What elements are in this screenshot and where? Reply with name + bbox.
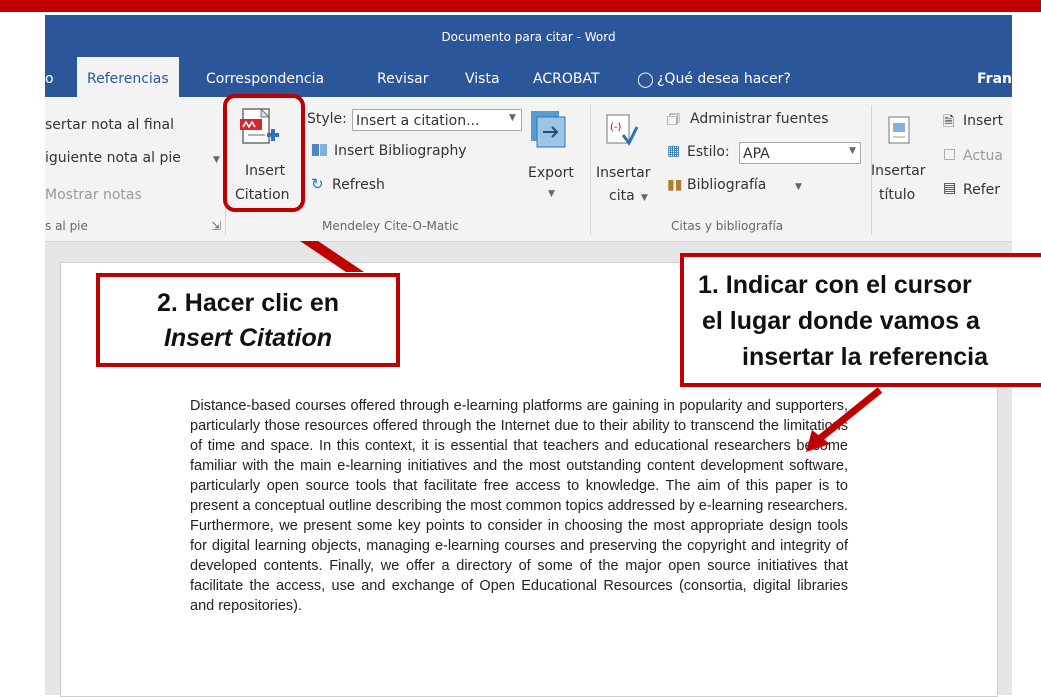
callout-step-1: 1. Indicar con el cursor el lugar donde … — [680, 253, 1041, 387]
callout-step-2-line-1: 2. Hacer clic en — [156, 289, 340, 317]
callout-step-2: 2. Hacer clic en Insert Citation — [96, 273, 400, 367]
callout-step-2-line-2: Insert Citation — [163, 324, 333, 352]
callout-step-1-line-2: el lugar donde vamos a — [702, 307, 980, 335]
callout-step-1-line-1: 1. Indicar con el cursor — [698, 271, 972, 299]
callout-step-1-line-3: insertar la referencia — [742, 343, 988, 371]
